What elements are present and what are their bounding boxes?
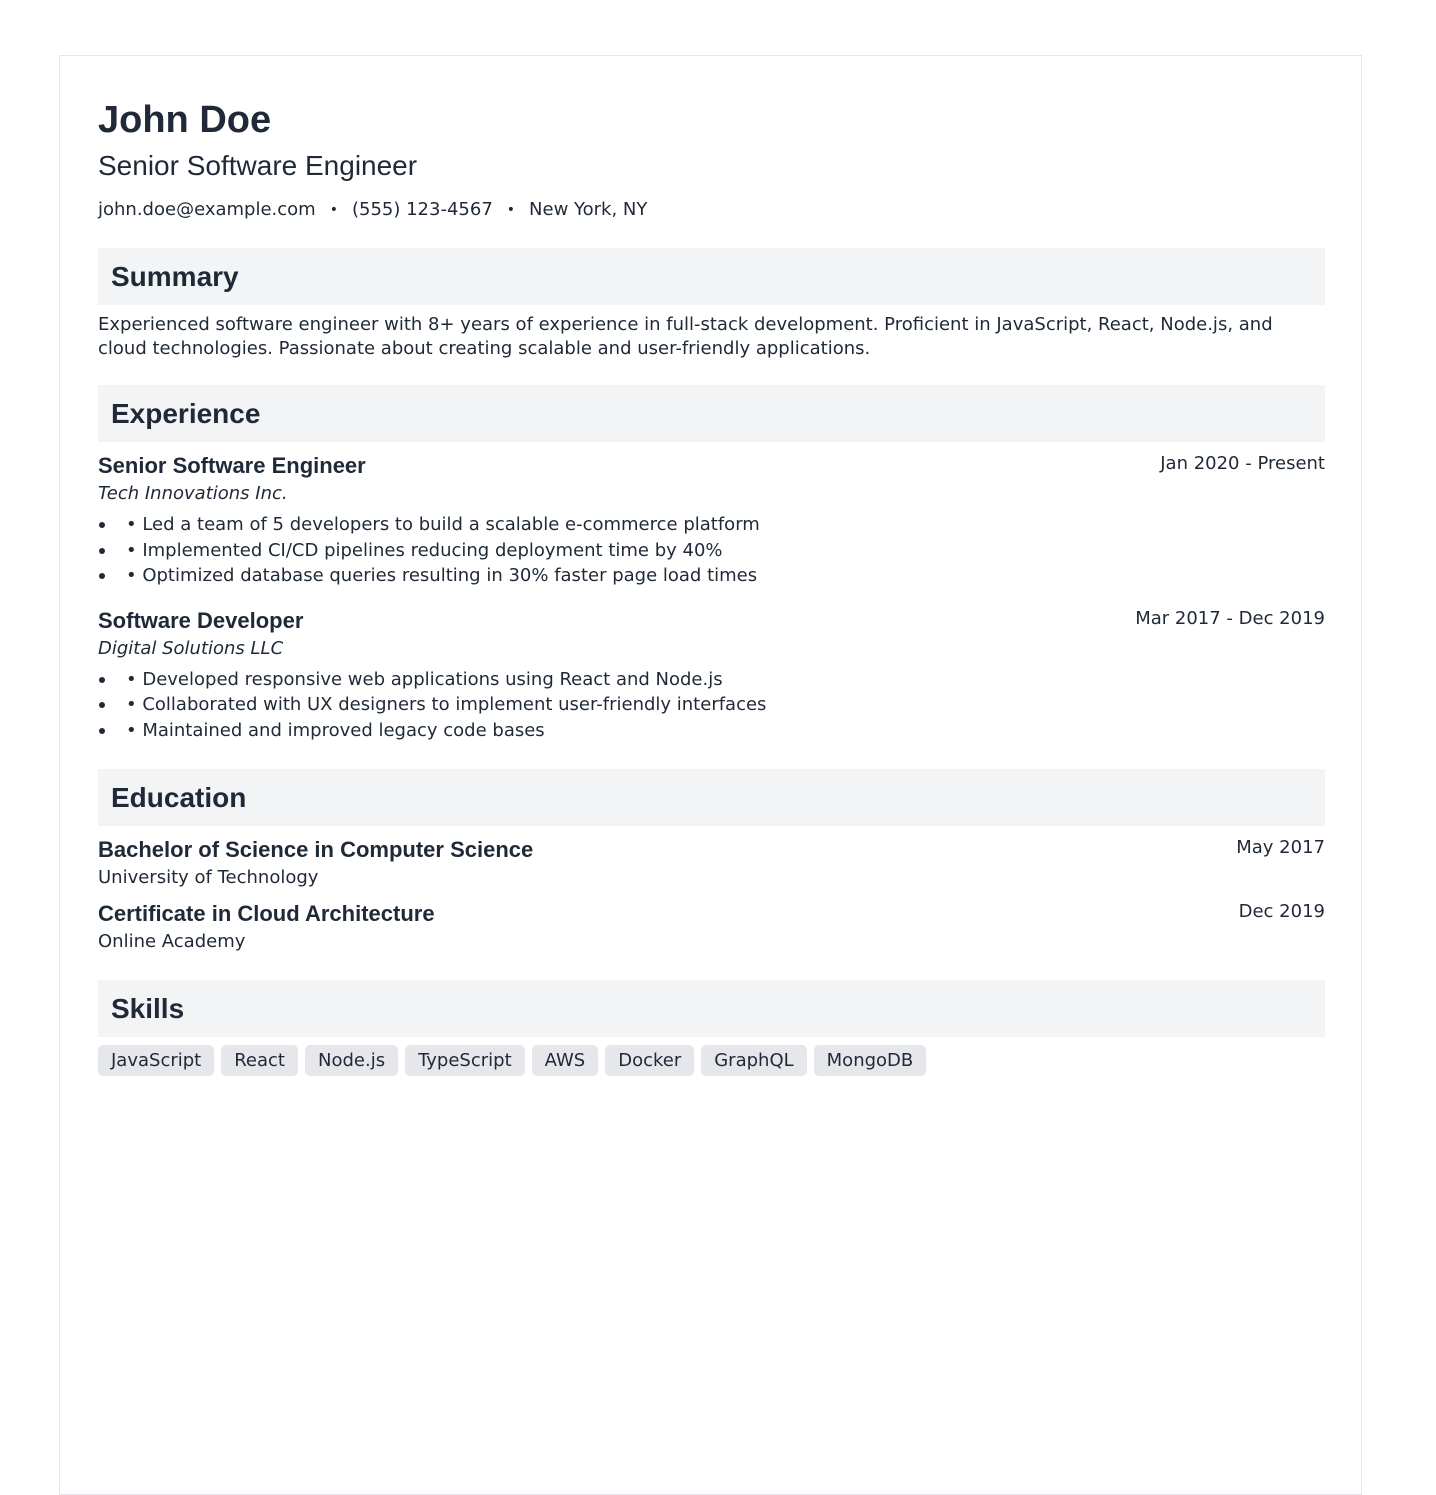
job-bullet: • Optimized database queries resulting i… <box>98 563 1325 589</box>
contact-phone: (555) 123-4567 <box>351 199 493 220</box>
skill-tag: React <box>221 1045 298 1076</box>
education-school: Online Academy <box>98 931 246 952</box>
job-bullet-list: • Led a team of 5 developers to build a … <box>98 512 1325 589</box>
education-header: Certificate in Cloud Architecture Dec 20… <box>98 900 1325 928</box>
skill-tag: AWS <box>531 1045 599 1076</box>
job-company: Tech Innovations Inc. <box>98 483 288 504</box>
contact-location: New York, NY <box>529 199 648 220</box>
job-header: Senior Software Engineer Jan 2020 - Pres… <box>98 452 1325 480</box>
job-dates: Jan 2020 - Present <box>1160 453 1325 474</box>
skill-tag: Docker <box>605 1045 695 1076</box>
section-heading-education: Education <box>98 769 1325 826</box>
summary-text: Experienced software engineer with 8+ ye… <box>98 314 1273 359</box>
job-company: Digital Solutions LLC <box>98 637 284 659</box>
job-bullet: • Led a team of 5 developers to build a … <box>98 512 1325 538</box>
skills-list: JavaScript React Node.js TypeScript AWS … <box>98 1045 1325 1076</box>
skill-tag: GraphQL <box>701 1045 807 1076</box>
section-heading-skills: Skills <box>98 980 1325 1037</box>
candidate-title: Senior Software Engineer <box>98 150 418 181</box>
section-heading-experience: Experience <box>98 385 1325 442</box>
job-bullet: • Developed responsive web applications … <box>98 667 1325 693</box>
education-header: Bachelor of Science in Computer Science … <box>98 836 1325 864</box>
candidate-name: John Doe <box>98 99 272 141</box>
resume-content: John Doe Senior Software Engineer john.d… <box>98 96 1325 1076</box>
job-dates: Mar 2017 - Dec 2019 <box>1135 607 1325 629</box>
education-degree: Certificate in Cloud Architecture <box>98 901 435 926</box>
contact-email: john.doe@example.com <box>98 199 316 220</box>
job-title: Software Developer <box>98 607 304 633</box>
skill-tag: TypeScript <box>405 1045 525 1076</box>
education-date: Dec 2019 <box>1238 901 1325 922</box>
job-header: Software Developer Mar 2017 - Dec 2019 <box>98 607 1325 635</box>
contact-separator: • <box>329 202 338 218</box>
resume-page: John Doe Senior Software Engineer john.d… <box>59 55 1362 1495</box>
skill-tag: JavaScript <box>98 1045 215 1076</box>
education-entry: Bachelor of Science in Computer Science … <box>98 836 1325 890</box>
job-bullet: • Implemented CI/CD pipelines reducing d… <box>98 538 1325 564</box>
job-bullet: • Collaborated with UX designers to impl… <box>98 692 1325 718</box>
job-bullet-list: • Developed responsive web applications … <box>98 667 1325 744</box>
contact-line: john.doe@example.com • (555) 123-4567 • … <box>98 198 1325 222</box>
skill-tag: Node.js <box>305 1045 399 1076</box>
job-entry: Senior Software Engineer Jan 2020 - Pres… <box>98 452 1325 589</box>
education-degree: Bachelor of Science in Computer Science <box>98 837 534 862</box>
education-entry: Certificate in Cloud Architecture Dec 20… <box>98 900 1325 954</box>
section-heading-summary: Summary <box>98 248 1325 305</box>
education-date: May 2017 <box>1236 837 1325 858</box>
job-entry: Software Developer Mar 2017 - Dec 2019 D… <box>98 607 1325 744</box>
education-school: University of Technology <box>98 867 319 888</box>
skill-tag: MongoDB <box>813 1045 927 1076</box>
contact-separator: • <box>506 202 516 218</box>
job-title: Senior Software Engineer <box>98 453 366 478</box>
job-bullet: • Maintained and improved legacy code ba… <box>98 718 1325 744</box>
